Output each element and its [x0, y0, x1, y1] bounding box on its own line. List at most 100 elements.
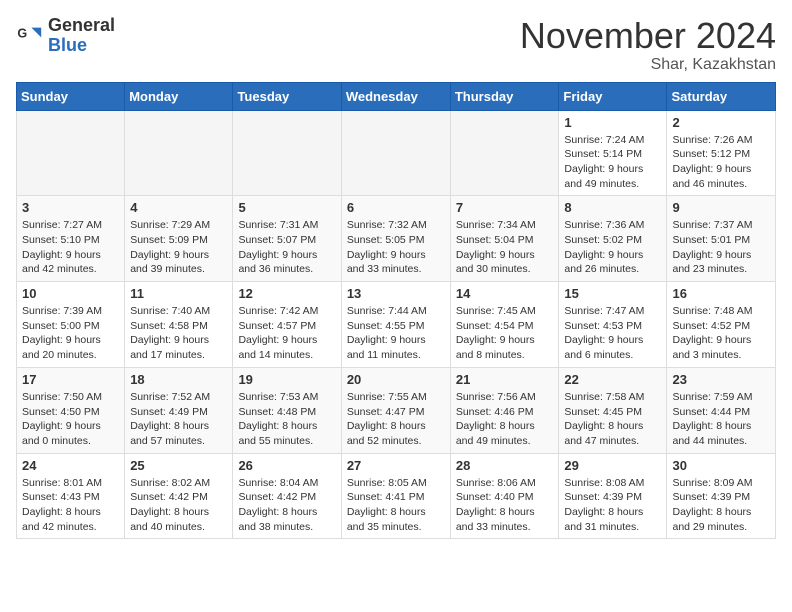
day-info: Sunrise: 7:59 AM Sunset: 4:44 PM Dayligh… — [672, 390, 770, 449]
calendar-cell: 24 Sunrise: 8:01 AM Sunset: 4:43 PM Dayli… — [17, 453, 125, 539]
week-row-2: 3 Sunrise: 7:27 AM Sunset: 5:10 PM Daylig… — [17, 196, 776, 282]
day-info: Sunrise: 7:34 AM Sunset: 5:04 PM Dayligh… — [456, 218, 554, 277]
day-number: 16 — [672, 286, 770, 301]
day-info: Sunrise: 7:58 AM Sunset: 4:45 PM Dayligh… — [564, 390, 661, 449]
day-info: Sunrise: 8:05 AM Sunset: 4:41 PM Dayligh… — [347, 476, 445, 535]
calendar-cell: 8 Sunrise: 7:36 AM Sunset: 5:02 PM Daylig… — [559, 196, 667, 282]
page-header: G General Blue November 2024 Shar, Kazak… — [16, 16, 776, 74]
day-number: 21 — [456, 372, 554, 387]
day-number: 3 — [22, 200, 119, 215]
logo-general: General — [48, 16, 115, 36]
calendar-cell: 1 Sunrise: 7:24 AM Sunset: 5:14 PM Daylig… — [559, 110, 667, 196]
calendar-cell — [450, 110, 559, 196]
day-number: 5 — [238, 200, 335, 215]
day-info: Sunrise: 7:40 AM Sunset: 4:58 PM Dayligh… — [130, 304, 227, 363]
day-number: 26 — [238, 458, 335, 473]
weekday-header-row: SundayMondayTuesdayWednesdayThursdayFrid… — [17, 82, 776, 110]
weekday-header-tuesday: Tuesday — [233, 82, 341, 110]
day-info: Sunrise: 8:02 AM Sunset: 4:42 PM Dayligh… — [130, 476, 227, 535]
calendar-cell: 9 Sunrise: 7:37 AM Sunset: 5:01 PM Daylig… — [667, 196, 776, 282]
day-info: Sunrise: 7:48 AM Sunset: 4:52 PM Dayligh… — [672, 304, 770, 363]
day-info: Sunrise: 7:39 AM Sunset: 5:00 PM Dayligh… — [22, 304, 119, 363]
day-number: 11 — [130, 286, 227, 301]
day-info: Sunrise: 7:50 AM Sunset: 4:50 PM Dayligh… — [22, 390, 119, 449]
week-row-4: 17Sunrise: 7:50 AM Sunset: 4:50 PM Dayli… — [17, 367, 776, 453]
calendar-cell: 17Sunrise: 7:50 AM Sunset: 4:50 PM Dayli… — [17, 367, 125, 453]
calendar-cell: 25 Sunrise: 8:02 AM Sunset: 4:42 PM Dayli… — [125, 453, 233, 539]
calendar-cell: 28Sunrise: 8:06 AM Sunset: 4:40 PM Dayli… — [450, 453, 559, 539]
day-number: 12 — [238, 286, 335, 301]
day-info: Sunrise: 7:45 AM Sunset: 4:54 PM Dayligh… — [456, 304, 554, 363]
day-number: 29 — [564, 458, 661, 473]
day-info: Sunrise: 7:53 AM Sunset: 4:48 PM Dayligh… — [238, 390, 335, 449]
calendar-cell — [233, 110, 341, 196]
day-info: Sunrise: 7:27 AM Sunset: 5:10 PM Dayligh… — [22, 218, 119, 277]
day-number: 23 — [672, 372, 770, 387]
calendar-cell: 23 Sunrise: 7:59 AM Sunset: 4:44 PM Dayli… — [667, 367, 776, 453]
day-info: Sunrise: 8:04 AM Sunset: 4:42 PM Dayligh… — [238, 476, 335, 535]
day-number: 4 — [130, 200, 227, 215]
day-number: 14 — [456, 286, 554, 301]
day-info: Sunrise: 7:56 AM Sunset: 4:46 PM Dayligh… — [456, 390, 554, 449]
day-info: Sunrise: 7:29 AM Sunset: 5:09 PM Dayligh… — [130, 218, 227, 277]
calendar-cell: 16 Sunrise: 7:48 AM Sunset: 4:52 PM Dayli… — [667, 282, 776, 368]
day-number: 22 — [564, 372, 661, 387]
calendar-cell: 27 Sunrise: 8:05 AM Sunset: 4:41 PM Dayli… — [341, 453, 450, 539]
calendar-cell: 19 Sunrise: 7:53 AM Sunset: 4:48 PM Dayli… — [233, 367, 341, 453]
logo: G General Blue — [16, 16, 115, 56]
location: Shar, Kazakhstan — [520, 56, 776, 74]
weekday-header-saturday: Saturday — [667, 82, 776, 110]
calendar-cell: 11 Sunrise: 7:40 AM Sunset: 4:58 PM Dayli… — [125, 282, 233, 368]
day-number: 2 — [672, 115, 770, 130]
weekday-header-sunday: Sunday — [17, 82, 125, 110]
day-number: 1 — [564, 115, 661, 130]
calendar-cell — [17, 110, 125, 196]
day-number: 25 — [130, 458, 227, 473]
title-block: November 2024 Shar, Kazakhstan — [520, 16, 776, 74]
day-info: Sunrise: 8:06 AM Sunset: 4:40 PM Dayligh… — [456, 476, 554, 535]
day-number: 27 — [347, 458, 445, 473]
day-number: 19 — [238, 372, 335, 387]
calendar-cell: 21 Sunrise: 7:56 AM Sunset: 4:46 PM Dayli… — [450, 367, 559, 453]
calendar-cell: 20Sunrise: 7:55 AM Sunset: 4:47 PM Dayli… — [341, 367, 450, 453]
calendar-cell: 22 Sunrise: 7:58 AM Sunset: 4:45 PM Dayli… — [559, 367, 667, 453]
day-info: Sunrise: 7:36 AM Sunset: 5:02 PM Dayligh… — [564, 218, 661, 277]
calendar-cell: 12Sunrise: 7:42 AM Sunset: 4:57 PM Dayli… — [233, 282, 341, 368]
calendar-table: SundayMondayTuesdayWednesdayThursdayFrid… — [16, 82, 776, 540]
day-info: Sunrise: 7:37 AM Sunset: 5:01 PM Dayligh… — [672, 218, 770, 277]
weekday-header-thursday: Thursday — [450, 82, 559, 110]
calendar-cell: 30Sunrise: 8:09 AM Sunset: 4:39 PM Dayli… — [667, 453, 776, 539]
calendar-cell — [125, 110, 233, 196]
calendar-cell: 3 Sunrise: 7:27 AM Sunset: 5:10 PM Daylig… — [17, 196, 125, 282]
svg-text:G: G — [17, 26, 27, 40]
calendar-cell: 5 Sunrise: 7:31 AM Sunset: 5:07 PM Daylig… — [233, 196, 341, 282]
calendar-cell: 4 Sunrise: 7:29 AM Sunset: 5:09 PM Daylig… — [125, 196, 233, 282]
day-info: Sunrise: 7:47 AM Sunset: 4:53 PM Dayligh… — [564, 304, 661, 363]
day-number: 30 — [672, 458, 770, 473]
week-row-1: 1 Sunrise: 7:24 AM Sunset: 5:14 PM Daylig… — [17, 110, 776, 196]
weekday-header-monday: Monday — [125, 82, 233, 110]
day-number: 24 — [22, 458, 119, 473]
week-row-3: 10 Sunrise: 7:39 AM Sunset: 5:00 PM Dayli… — [17, 282, 776, 368]
calendar-cell: 7 Sunrise: 7:34 AM Sunset: 5:04 PM Daylig… — [450, 196, 559, 282]
day-info: Sunrise: 8:01 AM Sunset: 4:43 PM Dayligh… — [22, 476, 119, 535]
day-number: 18 — [130, 372, 227, 387]
day-info: Sunrise: 7:24 AM Sunset: 5:14 PM Dayligh… — [564, 133, 661, 192]
day-info: Sunrise: 8:08 AM Sunset: 4:39 PM Dayligh… — [564, 476, 661, 535]
day-number: 7 — [456, 200, 554, 215]
day-number: 10 — [22, 286, 119, 301]
day-info: Sunrise: 7:31 AM Sunset: 5:07 PM Dayligh… — [238, 218, 335, 277]
month-title: November 2024 — [520, 16, 776, 56]
day-number: 8 — [564, 200, 661, 215]
calendar-cell: 15Sunrise: 7:47 AM Sunset: 4:53 PM Dayli… — [559, 282, 667, 368]
calendar-cell: 26 Sunrise: 8:04 AM Sunset: 4:42 PM Dayli… — [233, 453, 341, 539]
calendar-cell — [341, 110, 450, 196]
logo-blue: Blue — [48, 36, 115, 56]
calendar-cell: 18Sunrise: 7:52 AM Sunset: 4:49 PM Dayli… — [125, 367, 233, 453]
day-info: Sunrise: 7:32 AM Sunset: 5:05 PM Dayligh… — [347, 218, 445, 277]
calendar-cell: 2 Sunrise: 7:26 AM Sunset: 5:12 PM Daylig… — [667, 110, 776, 196]
day-number: 13 — [347, 286, 445, 301]
calendar-cell: 13Sunrise: 7:44 AM Sunset: 4:55 PM Dayli… — [341, 282, 450, 368]
day-number: 9 — [672, 200, 770, 215]
day-info: Sunrise: 7:26 AM Sunset: 5:12 PM Dayligh… — [672, 133, 770, 192]
